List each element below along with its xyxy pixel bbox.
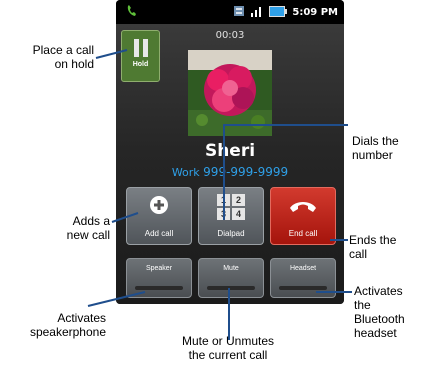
annotation-line: headset xyxy=(354,326,397,340)
mute-button[interactable]: Mute xyxy=(198,258,264,298)
annotation-dialpad: Dials the number xyxy=(352,134,399,162)
phone-screen: 5:09 PM Hold 00:03 Sheri Work 999-999-99… xyxy=(116,0,344,304)
annotation-line: Bluetooth xyxy=(354,312,405,326)
annotation-line: number xyxy=(352,148,393,162)
phone-number: 999-999-9999 xyxy=(203,165,289,179)
phone-call-icon xyxy=(126,4,138,23)
clock: 5:09 PM xyxy=(292,7,338,18)
mute-indicator xyxy=(207,286,255,290)
add-call-label: Add call xyxy=(144,229,174,238)
hold-label: Hold xyxy=(132,61,149,68)
annotation-end-call: Ends the call xyxy=(349,233,396,261)
dialpad-digit: 4 xyxy=(232,208,245,220)
annotation-line: Ends the xyxy=(349,233,397,247)
annotation-hold: Place a call on hold xyxy=(10,43,94,71)
dialpad-digit: 2 xyxy=(232,194,245,206)
annotation-headset: Activates the Bluetooth headset xyxy=(354,284,405,340)
headset-button[interactable]: Headset xyxy=(270,258,336,298)
dialpad-icon: 1 2 3 4 xyxy=(217,194,245,220)
headset-indicator xyxy=(279,286,327,290)
dialpad-digit: 3 xyxy=(217,208,230,220)
end-call-label: End call xyxy=(288,229,318,238)
add-call-button[interactable]: Add call xyxy=(126,187,192,245)
speaker-indicator xyxy=(135,286,183,290)
sync-icon xyxy=(233,5,245,20)
battery-icon xyxy=(269,5,288,20)
end-call-button[interactable]: End call xyxy=(270,187,336,245)
speaker-button[interactable]: Speaker xyxy=(126,258,192,298)
dialpad-button[interactable]: 1 2 3 4 Dialpad xyxy=(198,187,264,245)
annotation-line: the current call xyxy=(188,348,268,362)
dialpad-label: Dialpad xyxy=(217,229,245,238)
contact-number: Work 999-999-9999 xyxy=(116,165,344,179)
speaker-label: Speaker xyxy=(145,265,173,272)
contact-photo xyxy=(188,50,272,136)
in-call-screen: Hold 00:03 Sheri Work 999-999-9999 Add c… xyxy=(116,24,344,304)
annotation-line: Dials the xyxy=(352,134,399,148)
annotation-line: the xyxy=(354,298,371,312)
annotation-line: Adds a xyxy=(72,214,110,228)
annotation-line: speakerphone xyxy=(29,325,106,339)
annotation-line: Activates xyxy=(354,284,403,298)
end-call-icon xyxy=(289,199,317,218)
signal-icon xyxy=(250,5,264,20)
contact-name: Sheri xyxy=(204,141,256,161)
number-type: Work xyxy=(171,166,200,179)
dialpad-digit: 1 xyxy=(217,194,230,206)
annotation-speaker: Activates speakerphone xyxy=(4,311,106,339)
annotation-line: Mute or Unmutes xyxy=(181,334,275,348)
annotation-line: on hold xyxy=(54,57,94,71)
annotation-add-call: Adds a new call xyxy=(40,214,110,242)
annotation-line: Activates xyxy=(57,311,106,325)
headset-label: Headset xyxy=(289,265,317,272)
add-icon xyxy=(150,196,168,219)
annotation-line: Place a call xyxy=(32,43,94,57)
status-bar: 5:09 PM xyxy=(116,0,344,24)
call-timer: 00:03 xyxy=(215,30,245,41)
annotation-line: call xyxy=(349,247,368,261)
annotation-line: new call xyxy=(66,228,110,242)
mute-label: Mute xyxy=(223,265,239,272)
pause-icon xyxy=(133,39,148,57)
annotation-mute: Mute or Unmutes the current call xyxy=(158,334,298,362)
